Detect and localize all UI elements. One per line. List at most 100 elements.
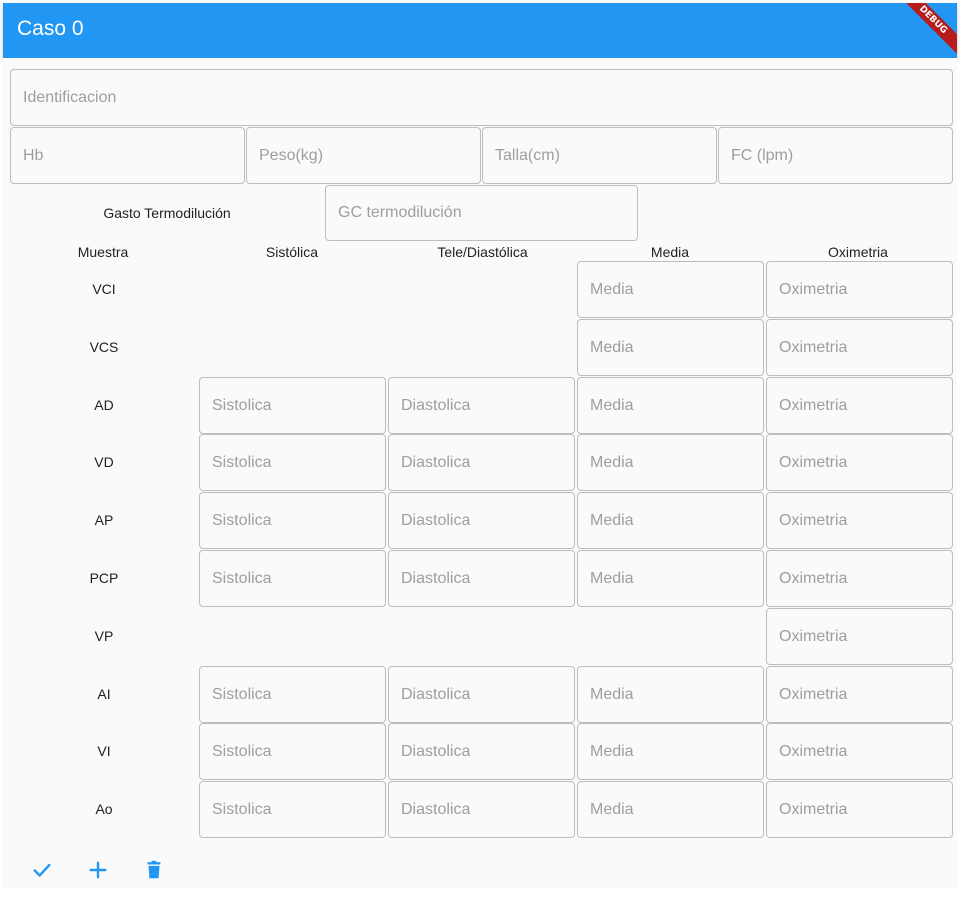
identificacion-field[interactable] [10,69,953,126]
add-button[interactable] [84,856,112,884]
debug-banner: DEBUG [892,3,957,58]
sistolica-field-vi[interactable] [199,723,386,780]
media-field-ad[interactable] [577,377,764,434]
media-field-ao[interactable] [577,781,764,838]
oximetria-input-vcs[interactable] [779,338,952,357]
oximetria-field-pcp[interactable] [766,550,953,607]
oximetria-input-ad[interactable] [779,396,952,415]
media-input-vd[interactable] [590,453,763,472]
oximetria-input-pcp[interactable] [779,569,952,588]
header-media: Media [650,244,690,260]
diastolica-input-pcp[interactable] [401,569,574,588]
media-field-vcs[interactable] [577,319,764,376]
talla-input[interactable] [495,146,716,165]
fc-input[interactable] [731,146,952,165]
action-bar [28,856,168,884]
sistolica-input-ai[interactable] [212,685,385,704]
media-field-vi[interactable] [577,723,764,780]
header-muestra: Muestra [77,244,129,260]
diastolica-field-vd[interactable] [388,434,575,491]
page-title: Caso 0 [17,17,84,40]
gasto-label: Gasto Termodilución [103,205,231,221]
media-input-ai[interactable] [590,685,763,704]
row-label-ap: AP [94,512,114,528]
gc-termodilucion-field[interactable] [325,185,638,241]
header-sistolica: Sistólica [265,244,319,260]
sistolica-input-ad[interactable] [212,396,385,415]
diastolica-field-ao[interactable] [388,781,575,838]
sistolica-field-vd[interactable] [199,434,386,491]
oximetria-input-vi[interactable] [779,742,952,761]
oximetria-field-vci[interactable] [766,261,953,318]
diastolica-field-ap[interactable] [388,492,575,549]
fc-field[interactable] [718,127,953,184]
peso-input[interactable] [259,146,480,165]
row-label-pcp: PCP [89,570,119,586]
sistolica-input-vd[interactable] [212,453,385,472]
oximetria-input-vci[interactable] [779,280,952,299]
media-input-pcp[interactable] [590,569,763,588]
diastolica-field-pcp[interactable] [388,550,575,607]
oximetria-input-vp[interactable] [779,627,952,646]
gc-termodilucion-input[interactable] [338,204,637,222]
media-field-ai[interactable] [577,666,764,723]
oximetria-field-ai[interactable] [766,666,953,723]
sistolica-field-ap[interactable] [199,492,386,549]
sistolica-field-ao[interactable] [199,781,386,838]
hb-field[interactable] [10,127,245,184]
oximetria-field-ap[interactable] [766,492,953,549]
row-label-vi: VI [97,743,111,759]
media-field-pcp[interactable] [577,550,764,607]
peso-field[interactable] [246,127,481,184]
trash-icon [147,860,161,879]
media-input-ao[interactable] [590,800,763,819]
oximetria-field-vp[interactable] [766,608,953,665]
diastolica-field-ad[interactable] [388,377,575,434]
delete-button[interactable] [140,856,168,884]
media-input-vci[interactable] [590,280,763,299]
row-label-vp: VP [94,628,114,644]
oximetria-field-ad[interactable] [766,377,953,434]
media-input-ad[interactable] [590,396,763,415]
oximetria-field-vi[interactable] [766,723,953,780]
media-input-ap[interactable] [590,511,763,530]
header-diastolica: Tele/Diastólica [437,244,528,260]
oximetria-input-ai[interactable] [779,685,952,704]
oximetria-field-vcs[interactable] [766,319,953,376]
identificacion-input[interactable] [23,88,952,107]
diastolica-field-ai[interactable] [388,666,575,723]
oximetria-field-ao[interactable] [766,781,953,838]
sistolica-input-pcp[interactable] [212,569,385,588]
diastolica-field-vi[interactable] [388,723,575,780]
oximetria-input-ao[interactable] [779,800,952,819]
diastolica-input-vi[interactable] [401,742,574,761]
sistolica-input-ao[interactable] [212,800,385,819]
header-oximetria: Oximetria [828,244,888,260]
hb-input[interactable] [23,146,244,165]
app-bar: Caso 0 DEBUG [3,3,957,58]
diastolica-input-ai[interactable] [401,685,574,704]
row-label-ad: AD [94,397,114,413]
media-input-vi[interactable] [590,742,763,761]
row-label-ai: AI [97,686,111,702]
oximetria-field-vd[interactable] [766,434,953,491]
media-field-ap[interactable] [577,492,764,549]
oximetria-input-ap[interactable] [779,511,952,530]
sistolica-input-vi[interactable] [212,742,385,761]
diastolica-input-ap[interactable] [401,511,574,530]
media-input-vcs[interactable] [590,338,763,357]
diastolica-input-ao[interactable] [401,800,574,819]
oximetria-input-vd[interactable] [779,453,952,472]
row-label-ao: Ao [95,801,113,817]
sistolica-input-ap[interactable] [212,511,385,530]
save-button[interactable] [28,856,56,884]
talla-field[interactable] [482,127,717,184]
sistolica-field-pcp[interactable] [199,550,386,607]
sistolica-field-ad[interactable] [199,377,386,434]
media-field-vd[interactable] [577,434,764,491]
sistolica-field-ai[interactable] [199,666,386,723]
media-field-vci[interactable] [577,261,764,318]
row-label-vcs: VCS [89,339,119,355]
diastolica-input-ad[interactable] [401,396,574,415]
diastolica-input-vd[interactable] [401,453,574,472]
